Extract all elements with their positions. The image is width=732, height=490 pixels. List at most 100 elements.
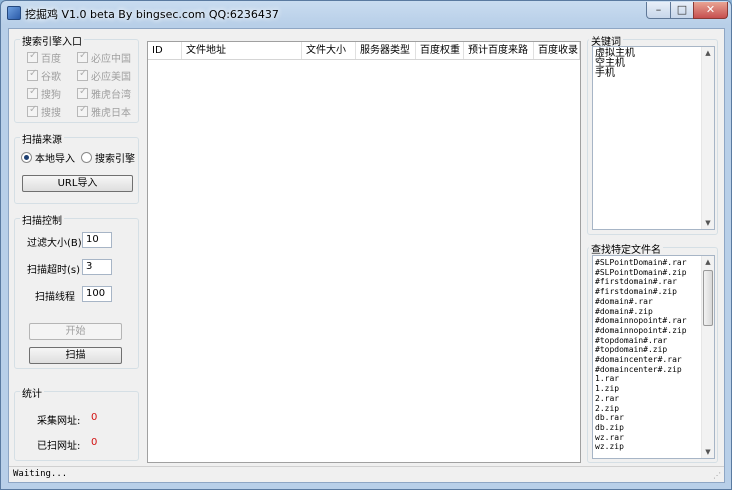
results-table[interactable]: ID 文件地址 文件大小 服务器类型 百度权重 预计百度来路 百度收录: [147, 41, 581, 463]
file-name-line: db.zip: [595, 422, 624, 432]
resize-grip-icon[interactable]: ⋰: [713, 471, 723, 481]
file-names-text: #SLPointDomain#.rar #SLPointDomain#.zip …: [593, 256, 714, 452]
file-name-line: #topdomain#.rar: [595, 335, 668, 345]
column-header-file-url[interactable]: 文件地址: [182, 42, 302, 59]
checkbox-label: 搜狗: [41, 90, 61, 101]
radio-label: 本地导入: [35, 154, 75, 165]
scan-timeout-input[interactable]: 3: [82, 259, 112, 275]
file-name-line: #topdomain#.zip: [595, 345, 668, 355]
statistics-group: 统计 采集网址: 0 已扫网址: 0: [14, 385, 139, 461]
maximize-button[interactable]: □: [670, 2, 694, 19]
filter-size-label: 过滤大小(B): [27, 238, 82, 249]
scan-threads-input[interactable]: 100: [82, 286, 112, 302]
scroll-thumb[interactable]: [703, 270, 713, 326]
scroll-down-icon[interactable]: ▼: [702, 217, 714, 229]
minimize-icon: –: [655, 3, 662, 16]
file-name-line: #firstdomain#.zip: [595, 287, 677, 297]
checkbox-sogou[interactable]: 搜狗: [27, 86, 61, 101]
checkbox-yahoo-japan[interactable]: 雅虎日本: [77, 104, 131, 119]
statistics-group-title: 统计: [20, 385, 44, 400]
file-name-line: #domain#.rar: [595, 296, 653, 306]
scan-timeout-label: 扫描超时(s): [27, 265, 81, 276]
checkbox-google[interactable]: 谷歌: [27, 68, 61, 83]
checkbox-icon: [27, 50, 38, 63]
file-names-group: 查找特定文件名 #SLPointDomain#.rar #SLPointDoma…: [587, 241, 718, 463]
file-name-line: #domain#.zip: [595, 306, 653, 316]
radio-search-engine[interactable]: 搜索引擎: [81, 150, 135, 165]
checkbox-icon: [77, 68, 88, 81]
checkbox-bing-china[interactable]: 必应中国: [77, 50, 131, 65]
file-name-line: 1.rar: [595, 374, 620, 384]
start-button[interactable]: 开始: [29, 323, 122, 340]
radio-local-import[interactable]: 本地导入: [21, 150, 75, 165]
scanned-urls-count: 0: [91, 437, 98, 448]
title-bar[interactable]: 挖掘鸡 V1.0 beta By bingsec.com QQ:6236437 …: [1, 1, 731, 25]
checkbox-label: 搜搜: [41, 108, 61, 119]
filter-size-input[interactable]: 10: [82, 232, 112, 248]
scroll-up-icon[interactable]: ▲: [702, 47, 714, 59]
url-import-button[interactable]: URL导入: [22, 175, 133, 192]
file-name-line: #firstdomain#.rar: [595, 277, 677, 287]
scan-button[interactable]: 扫描: [29, 347, 122, 364]
file-names-textarea[interactable]: #SLPointDomain#.rar #SLPointDomain#.zip …: [592, 255, 715, 459]
column-header-baidu-weight[interactable]: 百度权重: [416, 42, 464, 59]
scan-control-group-title: 扫描控制: [20, 212, 64, 227]
maximize-icon: □: [676, 3, 688, 16]
radio-label: 搜索引擎: [95, 154, 135, 165]
checkbox-label: 百度: [41, 54, 61, 65]
checkbox-label: 必应中国: [91, 54, 131, 65]
scan-control-group: 扫描控制 过滤大小(B) 10 扫描超时(s) 3 扫描线程 100 开始 扫描: [14, 212, 139, 369]
radio-selected-icon: [21, 152, 32, 163]
keywords-textarea[interactable]: 虚拟主机 空主机 手机 ▲ ▼: [592, 46, 715, 230]
keywords-text: 虚拟主机 空主机 手机: [593, 47, 714, 79]
file-name-line: 2.rar: [595, 393, 620, 403]
file-name-line: wz.zip: [595, 442, 624, 452]
checkbox-bing-us[interactable]: 必应美国: [77, 68, 131, 83]
minimize-button[interactable]: –: [646, 2, 671, 19]
checkbox-icon: [77, 86, 88, 99]
file-name-line: wz.rar: [595, 432, 624, 442]
checkbox-label: 雅虎日本: [91, 108, 131, 119]
checkbox-yahoo-taiwan[interactable]: 雅虎台湾: [77, 86, 131, 101]
file-name-line: #domaincenter#.rar: [595, 355, 682, 365]
checkbox-icon: [27, 86, 38, 99]
checkbox-icon: [27, 68, 38, 81]
close-button[interactable]: ✕: [693, 2, 728, 19]
radio-icon: [81, 152, 92, 163]
column-header-id[interactable]: ID: [148, 42, 182, 59]
search-engine-group: 搜索引擎入口 百度 必应中国 谷歌 必应美国 搜狗 雅虎台湾 搜搜 雅虎日本: [14, 33, 139, 123]
checkbox-icon: [27, 104, 38, 117]
status-bar: Waiting... ⋰: [9, 466, 724, 482]
scanned-urls-label: 已扫网址:: [37, 441, 81, 452]
checkbox-baidu[interactable]: 百度: [27, 50, 61, 65]
client-area: 搜索引擎入口 百度 必应中国 谷歌 必应美国 搜狗 雅虎台湾 搜搜 雅虎日本 扫…: [8, 28, 725, 483]
scan-threads-label: 扫描线程: [35, 292, 75, 303]
scroll-down-icon[interactable]: ▼: [702, 446, 714, 458]
window-title: 挖掘鸡 V1.0 beta By bingsec.com QQ:6236437: [25, 8, 279, 21]
column-header-baidu-traffic[interactable]: 预计百度来路: [464, 42, 534, 59]
app-icon: [7, 6, 21, 20]
keywords-scrollbar[interactable]: ▲ ▼: [701, 47, 714, 229]
checkbox-label: 谷歌: [41, 72, 61, 83]
checkbox-icon: [77, 104, 88, 117]
results-table-header: ID 文件地址 文件大小 服务器类型 百度权重 预计百度来路 百度收录: [148, 42, 580, 60]
file-name-line: #domainnopoint#.rar: [595, 316, 687, 326]
checkbox-label: 雅虎台湾: [91, 90, 131, 101]
file-name-line: 2.zip: [595, 403, 620, 413]
file-name-line: #SLPointDomain#.zip: [595, 267, 687, 277]
scan-source-group-title: 扫描来源: [20, 131, 64, 146]
file-name-line: #domaincenter#.zip: [595, 364, 682, 374]
collected-urls-label: 采集网址:: [37, 416, 81, 427]
keywords-group: 关键词 虚拟主机 空主机 手机 ▲ ▼: [587, 33, 718, 235]
scan-source-group: 扫描来源 本地导入 搜索引擎 URL导入: [14, 131, 139, 204]
file-names-scrollbar[interactable]: ▲ ▼: [701, 256, 714, 458]
checkbox-soso[interactable]: 搜搜: [27, 104, 61, 119]
close-icon: ✕: [705, 3, 716, 16]
column-header-file-size[interactable]: 文件大小: [302, 42, 356, 59]
column-header-server-type[interactable]: 服务器类型: [356, 42, 416, 59]
column-header-baidu-indexed[interactable]: 百度收录: [534, 42, 580, 59]
checkbox-label: 必应美国: [91, 72, 131, 83]
file-name-line: #domainnopoint#.zip: [595, 325, 687, 335]
scroll-up-icon[interactable]: ▲: [702, 256, 714, 268]
search-engine-group-title: 搜索引擎入口: [20, 33, 84, 48]
